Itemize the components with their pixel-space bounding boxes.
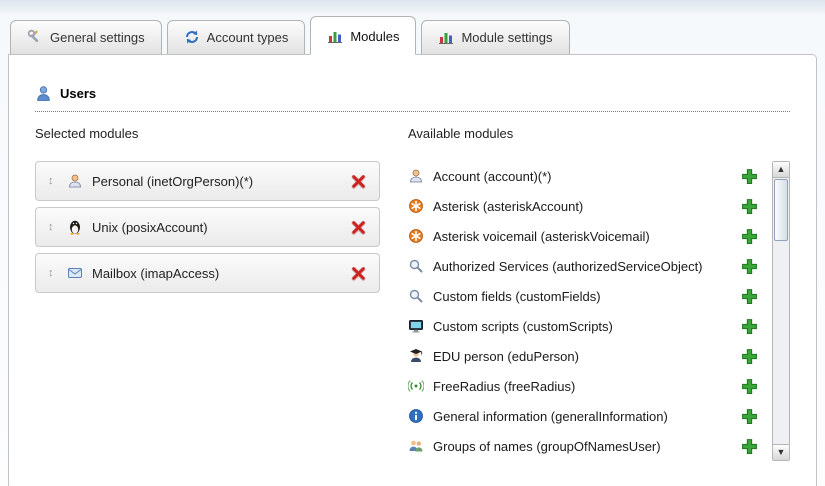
scroll-up-button[interactable]: ▲: [773, 162, 789, 178]
tab-account-types[interactable]: Account types: [167, 20, 306, 54]
tab-label: General settings: [50, 30, 145, 45]
module-label: Mailbox (imapAccess): [92, 266, 350, 281]
drag-handle-icon[interactable]: ↕: [48, 267, 64, 279]
available-module-row: Groups of names (groupOfNamesUser): [408, 431, 772, 461]
module-label: Authorized Services (authorizedServiceOb…: [433, 259, 741, 274]
available-module-row: FreeRadius (freeRadius): [408, 371, 772, 401]
remove-module-button[interactable]: [350, 265, 367, 282]
modules-panel: Users Selected modules ↕ Personal (inetO…: [8, 54, 817, 486]
selected-modules-column: Selected modules ↕ Personal (inetOrgPers…: [35, 126, 380, 461]
radius-icon: [408, 378, 424, 394]
section-header: Users: [35, 85, 790, 112]
person-icon: [67, 173, 83, 189]
tab-label: Modules: [350, 29, 399, 44]
available-module-row: EDU person (eduPerson): [408, 341, 772, 371]
module-label: Account (account)(*): [433, 169, 741, 184]
add-module-button[interactable]: [741, 318, 758, 335]
magnifier-icon: [408, 258, 424, 274]
tab-modules[interactable]: Modules: [310, 16, 416, 55]
scrollbar-track[interactable]: [773, 178, 789, 444]
module-label: Personal (inetOrgPerson)(*): [92, 174, 350, 189]
add-module-button[interactable]: [741, 438, 758, 455]
tab-label: Module settings: [461, 30, 552, 45]
available-modules-heading: Available modules: [408, 126, 790, 141]
selected-module-row[interactable]: ↕ Personal (inetOrgPerson)(*): [35, 161, 380, 201]
add-module-button[interactable]: [741, 348, 758, 365]
add-module-button[interactable]: [741, 258, 758, 275]
module-label: EDU person (eduPerson): [433, 349, 741, 364]
asterisk-icon: [408, 228, 424, 244]
module-label: FreeRadius (freeRadius): [433, 379, 741, 394]
available-module-row: Asterisk voicemail (asteriskVoicemail): [408, 221, 772, 251]
magnifier-icon: [408, 288, 424, 304]
chart-icon: [327, 28, 343, 44]
drag-handle-icon[interactable]: ↕: [48, 175, 64, 187]
available-module-row: Authorized Services (authorizedServiceOb…: [408, 251, 772, 281]
module-label: Custom scripts (customScripts): [433, 319, 741, 334]
tools-icon: [27, 29, 43, 45]
asterisk-icon: [408, 198, 424, 214]
module-columns: Selected modules ↕ Personal (inetOrgPers…: [35, 126, 790, 461]
available-module-row: Asterisk (asteriskAccount): [408, 191, 772, 221]
available-module-row: Account (account)(*): [408, 161, 772, 191]
add-module-button[interactable]: [741, 288, 758, 305]
chart-icon: [438, 29, 454, 45]
available-modules-area: Account (account)(*) Asterisk (asteriskA…: [408, 161, 790, 461]
available-module-row: Custom fields (customFields): [408, 281, 772, 311]
sync-icon: [184, 29, 200, 45]
scrollbar-thumb[interactable]: [774, 179, 788, 241]
module-label: Asterisk voicemail (asteriskVoicemail): [433, 229, 741, 244]
add-module-button[interactable]: [741, 378, 758, 395]
selected-module-row[interactable]: ↕ Unix (posixAccount): [35, 207, 380, 247]
scrollbar[interactable]: ▲ ▼: [772, 161, 790, 461]
selected-modules-heading: Selected modules: [35, 126, 380, 141]
available-module-row: Custom scripts (customScripts): [408, 311, 772, 341]
module-label: Asterisk (asteriskAccount): [433, 199, 741, 214]
tab-label: Account types: [207, 30, 289, 45]
tab-module-settings[interactable]: Module settings: [421, 20, 569, 54]
tab-general-settings[interactable]: General settings: [10, 20, 162, 54]
screen-icon: [408, 318, 424, 334]
lam-configuration-page: General settings Account types Modules M…: [0, 0, 825, 486]
edu-icon: [408, 348, 424, 364]
add-module-button[interactable]: [741, 198, 758, 215]
section-title: Users: [60, 86, 96, 101]
group-icon: [408, 438, 424, 454]
drag-handle-icon[interactable]: ↕: [48, 221, 64, 233]
add-module-button[interactable]: [741, 168, 758, 185]
module-label: Unix (posixAccount): [92, 220, 350, 235]
available-modules-column: Available modules Account (account)(*): [408, 126, 790, 461]
info-icon: [408, 408, 424, 424]
module-label: Groups of names (groupOfNamesUser): [433, 439, 741, 454]
scroll-down-button[interactable]: ▼: [773, 444, 789, 460]
available-modules-list: Account (account)(*) Asterisk (asteriskA…: [408, 161, 772, 461]
selected-module-row[interactable]: ↕ Mailbox (imapAccess): [35, 253, 380, 293]
penguin-icon: [67, 219, 83, 235]
user-blue-icon: [35, 85, 52, 102]
add-module-button[interactable]: [741, 228, 758, 245]
remove-module-button[interactable]: [350, 173, 367, 190]
remove-module-button[interactable]: [350, 219, 367, 236]
module-label: General information (generalInformation): [433, 409, 741, 424]
selected-modules-list: ↕ Personal (inetOrgPerson)(*) ↕ Unix (po…: [35, 161, 380, 293]
add-module-button[interactable]: [741, 408, 758, 425]
tab-bar: General settings Account types Modules M…: [0, 0, 825, 54]
available-module-row: General information (generalInformation): [408, 401, 772, 431]
mail-icon: [67, 265, 83, 281]
module-label: Custom fields (customFields): [433, 289, 741, 304]
person-icon: [408, 168, 424, 184]
